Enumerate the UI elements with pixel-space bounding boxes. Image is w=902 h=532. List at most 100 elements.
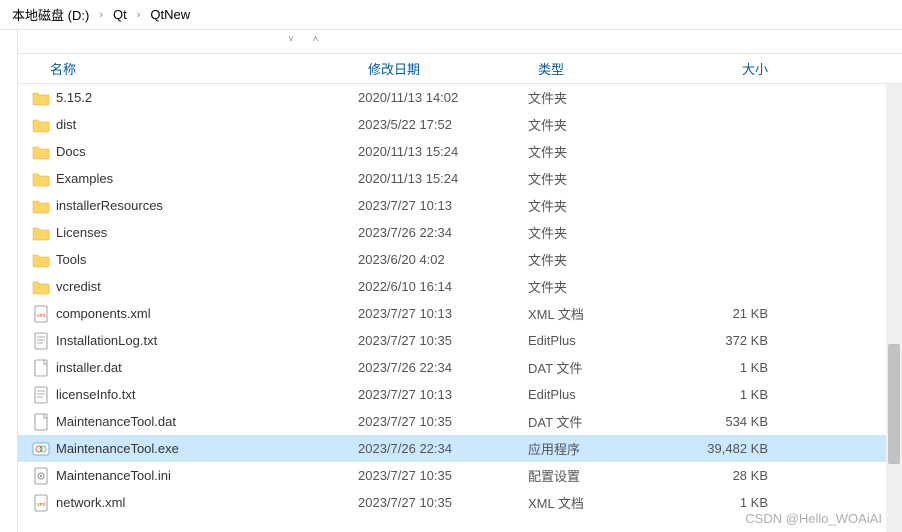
file-date: 2020/11/13 15:24 (358, 144, 528, 159)
exe-icon (32, 440, 50, 458)
file-size: 1 KB (678, 360, 798, 375)
sort-arrow-icon: ˅ ˄ (288, 34, 326, 45)
folder-icon (32, 143, 50, 161)
file-row[interactable]: Docs2020/11/13 15:24文件夹 (18, 138, 902, 165)
file-type: 文件夹 (528, 223, 678, 242)
breadcrumb[interactable]: 本地磁盘 (D:) › Qt › QtNew (0, 0, 902, 30)
file-date: 2023/7/26 22:34 (358, 441, 528, 456)
dat-icon (32, 359, 50, 377)
file-row[interactable]: MaintenanceTool.ini 2023/7/27 10:35配置设置28… (18, 462, 902, 489)
sort-indicator-bar: ˅ ˄ (18, 30, 902, 54)
svg-text:xml: xml (37, 313, 45, 319)
file-size: 39,482 KB (678, 441, 798, 456)
file-date: 2023/7/27 10:13 (358, 387, 528, 402)
file-row[interactable]: installerResources2023/7/27 10:13文件夹 (18, 192, 902, 219)
file-name: Tools (56, 252, 86, 267)
file-date: 2020/11/13 14:02 (358, 90, 528, 105)
folder-icon (32, 170, 50, 188)
breadcrumb-item-qt[interactable]: Qt (109, 7, 131, 22)
txt-icon (32, 386, 50, 404)
file-row[interactable]: InstallationLog.txt2023/7/27 10:35EditPl… (18, 327, 902, 354)
file-name: components.xml (56, 306, 151, 321)
chevron-right-icon: › (131, 9, 147, 21)
ini-icon (32, 467, 50, 485)
file-row[interactable]: Examples 2020/11/13 15:24文件夹 (18, 165, 902, 192)
scrollbar-track[interactable] (886, 84, 902, 532)
file-name: network.xml (56, 495, 125, 510)
file-type: DAT 文件 (528, 358, 678, 377)
chevron-right-icon: › (93, 9, 109, 21)
file-type: XML 文档 (528, 304, 678, 323)
xml-icon: xml (32, 305, 50, 323)
scrollbar-thumb[interactable] (888, 344, 900, 464)
svg-text:xml: xml (37, 502, 45, 508)
file-size: 1 KB (678, 495, 798, 510)
file-name: 5.15.2 (56, 90, 92, 105)
file-date: 2023/7/27 10:35 (358, 495, 528, 510)
breadcrumb-item-qtnew[interactable]: QtNew (146, 7, 194, 22)
file-type: 文件夹 (528, 169, 678, 188)
file-row[interactable]: installer.dat 2023/7/26 22:34DAT 文件1 KB (18, 354, 902, 381)
file-name: InstallationLog.txt (56, 333, 157, 348)
file-name: licenseInfo.txt (56, 387, 136, 402)
txt-icon (32, 332, 50, 350)
file-row[interactable]: MaintenanceTool.dat 2023/7/27 10:35DAT 文件… (18, 408, 902, 435)
file-row[interactable]: Tools 2023/6/20 4:02文件夹 (18, 246, 902, 273)
file-size: 28 KB (678, 468, 798, 483)
dat-icon (32, 413, 50, 431)
file-name: MaintenanceTool.ini (56, 468, 171, 483)
file-size: 21 KB (678, 306, 798, 321)
file-date: 2023/7/27 10:13 (358, 306, 528, 321)
folder-icon (32, 251, 50, 269)
file-name: MaintenanceTool.dat (56, 414, 176, 429)
file-row[interactable]: licenseInfo.txt2023/7/27 10:13EditPlus1 … (18, 381, 902, 408)
file-type: 文件夹 (528, 115, 678, 134)
folder-icon (32, 89, 50, 107)
folder-icon (32, 224, 50, 242)
file-type: XML 文档 (528, 493, 678, 512)
file-type: 配置设置 (528, 466, 678, 485)
file-date: 2020/11/13 15:24 (358, 171, 528, 186)
column-header-date[interactable]: 修改日期 (358, 59, 528, 78)
file-date: 2023/6/20 4:02 (358, 252, 528, 267)
file-name: MaintenanceTool.exe (56, 441, 179, 456)
file-date: 2023/5/22 17:52 (358, 117, 528, 132)
file-row[interactable]: vcredist2022/6/10 16:14文件夹 (18, 273, 902, 300)
file-name: dist (56, 117, 76, 132)
column-header-size[interactable]: 大小 (678, 59, 798, 78)
file-name: vcredist (56, 279, 101, 294)
file-row[interactable]: dist 2023/5/22 17:52文件夹 (18, 111, 902, 138)
file-name: Licenses (56, 225, 107, 240)
file-type: 应用程序 (528, 439, 678, 458)
column-header-row: 名称 修改日期 类型 大小 (18, 54, 902, 84)
file-type: EditPlus (528, 387, 678, 402)
folder-icon (32, 278, 50, 296)
breadcrumb-item-drive[interactable]: 本地磁盘 (D:) (8, 5, 93, 24)
file-row[interactable]: MaintenanceTool.exe 2023/7/26 22:34应用程序39… (18, 435, 902, 462)
file-type: 文件夹 (528, 88, 678, 107)
file-list[interactable]: 5.15.22020/11/13 14:02文件夹dist2023/5/22 1… (18, 84, 902, 532)
nav-sidebar (0, 30, 18, 532)
column-header-type[interactable]: 类型 (528, 59, 678, 78)
file-type: 文件夹 (528, 250, 678, 269)
folder-icon (32, 197, 50, 215)
file-name: installerResources (56, 198, 163, 213)
file-row[interactable]: 5.15.2 2020/11/13 14:02文件夹 (18, 84, 902, 111)
file-name: Examples (56, 171, 113, 186)
file-type: DAT 文件 (528, 412, 678, 431)
file-date: 2023/7/26 22:34 (358, 225, 528, 240)
file-name: Docs (56, 144, 86, 159)
file-row[interactable]: Licenses 2023/7/26 22:34文件夹 (18, 219, 902, 246)
file-row[interactable]: xml network.xml 2023/7/27 10:35XML 文档1 KB (18, 489, 902, 516)
file-date: 2023/7/27 10:35 (358, 414, 528, 429)
file-size: 372 KB (678, 333, 798, 348)
file-type: 文件夹 (528, 196, 678, 215)
file-row[interactable]: xml components.xml 2023/7/27 10:13XML 文档21… (18, 300, 902, 327)
file-date: 2023/7/26 22:34 (358, 360, 528, 375)
file-date: 2022/6/10 16:14 (358, 279, 528, 294)
folder-icon (32, 116, 50, 134)
file-date: 2023/7/27 10:35 (358, 333, 528, 348)
column-header-name[interactable]: 名称 (18, 59, 358, 78)
file-name: installer.dat (56, 360, 122, 375)
file-date: 2023/7/27 10:35 (358, 468, 528, 483)
